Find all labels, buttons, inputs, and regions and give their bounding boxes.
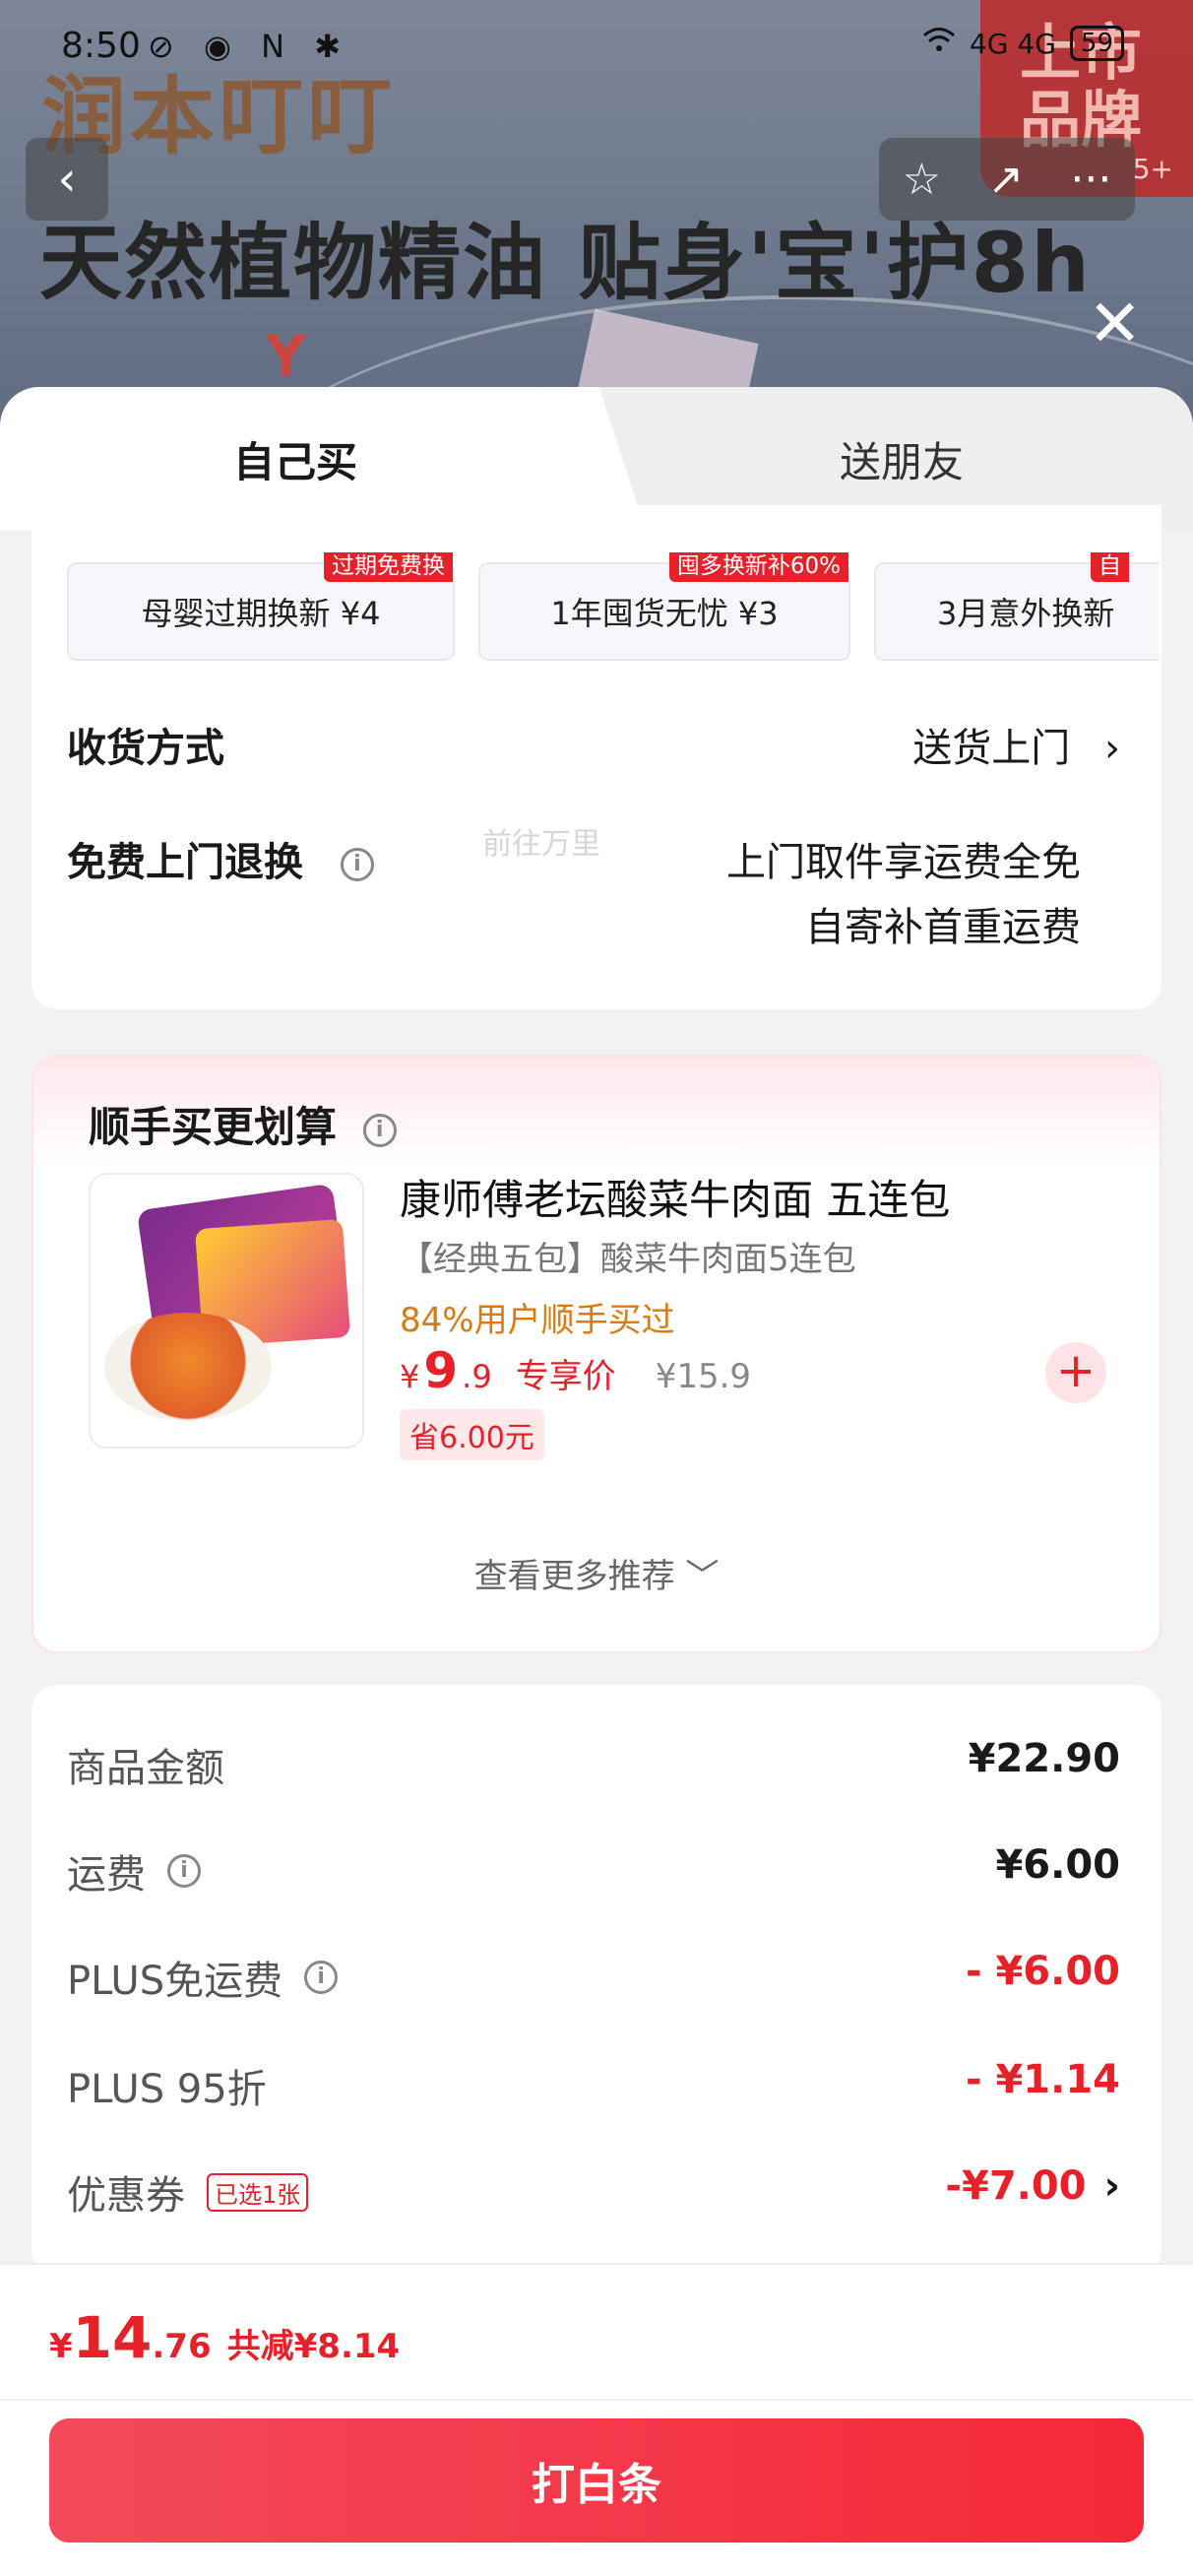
plus-discount-row: PLUS 95折 - ¥1.14 bbox=[67, 2057, 1120, 2116]
divider bbox=[0, 2399, 1193, 2401]
status-bar: 8:50 ⊘ ◉ N ✱ 4G 4G 59 bbox=[0, 0, 1193, 95]
total-currency: ¥ bbox=[49, 2327, 73, 2366]
coupon-label: 优惠券 bbox=[67, 2173, 185, 2219]
free-return-line2: 自寄补首重运费 bbox=[805, 905, 1081, 950]
service-card: 母婴过期换新 ¥4 过期免费换 1年囤货无忧 ¥3 囤多换新补60% 3月意外换… bbox=[31, 505, 1162, 1009]
plus-free-shipping-label-group: PLUS免运费 i bbox=[67, 1949, 339, 2006]
service-chip-tag: 过期免费换 bbox=[324, 552, 453, 582]
product-title[interactable]: 康师傅老坛酸菜牛肉面 五连包 bbox=[400, 1167, 950, 1227]
plus-discount-value: - ¥1.14 bbox=[965, 2057, 1120, 2102]
checkout-sheet: 送朋友 自己买 母婴过期换新 ¥4 过期免费换 1年囤货无忧 ¥3 囤多换新补6… bbox=[0, 387, 1193, 2576]
shipping-value: ¥6.00 bbox=[995, 1842, 1120, 1888]
service-chip-stockup[interactable]: 1年囤货无忧 ¥3 囤多换新补60% bbox=[478, 552, 850, 661]
product-price: ¥ 9 .9 专享价 ¥15.9 bbox=[400, 1342, 751, 1399]
service-chip-accident[interactable]: 3月意外换新 自 bbox=[874, 552, 1160, 661]
service-chip-expire-renew[interactable]: 母婴过期换新 ¥4 过期免费换 bbox=[67, 552, 455, 661]
more-recommendations-link[interactable]: 查看更多推荐 ﹀ bbox=[33, 1549, 1160, 1597]
goods-amount-row: 商品金额 ¥22.90 bbox=[67, 1736, 1120, 1795]
back-arrow-icon: ‹ bbox=[57, 152, 77, 207]
close-icon[interactable]: ✕ bbox=[1088, 291, 1142, 356]
watermark-text: 前往万里 bbox=[482, 827, 600, 862]
share-icon[interactable]: ↗ bbox=[987, 155, 1024, 205]
price-details-card: 商品金额 ¥22.90 运费 i ¥6.00 PLUS免运费 i - ¥6.00… bbox=[31, 1685, 1162, 2276]
price-currency: ¥ bbox=[400, 1358, 420, 1395]
plus-free-shipping-value: - ¥6.00 bbox=[965, 1949, 1120, 1994]
info-icon[interactable]: i bbox=[362, 1113, 397, 1147]
info-icon[interactable]: i bbox=[340, 848, 374, 881]
coupon-row[interactable]: 优惠券 已选1张 -¥7.00 › bbox=[67, 2163, 1120, 2222]
coupon-selected-badge: 已选1张 bbox=[207, 2172, 309, 2212]
free-return-value: 上门取件享运费全免 自寄补首重运费 bbox=[726, 830, 1081, 960]
free-return-label-row: 免费上门退换 i bbox=[67, 830, 374, 887]
total-reduced: 共减¥8.14 bbox=[226, 2327, 401, 2366]
shipping-label-group: 运费 i bbox=[67, 1842, 201, 1900]
addon-heading: 顺手买更划算 bbox=[89, 1103, 338, 1151]
delivery-method-value: 送货上门 bbox=[912, 726, 1071, 771]
shipping-label: 运费 bbox=[67, 1852, 146, 1898]
action-group: ☆ ↗ ··· bbox=[879, 138, 1135, 221]
price-decimal: .9 bbox=[462, 1358, 492, 1395]
service-chip-label: 3月意外换新 bbox=[937, 595, 1115, 632]
goods-amount-value: ¥22.90 bbox=[968, 1736, 1120, 1781]
service-chips: 母婴过期换新 ¥4 过期免费换 1年囤货无忧 ¥3 囤多换新补60% 3月意外换… bbox=[67, 552, 1160, 661]
addon-heading-row: 顺手买更划算 i bbox=[89, 1094, 397, 1154]
product-spec: 【经典五包】酸菜牛肉面5连包 bbox=[400, 1240, 856, 1279]
total-price: ¥ 14 .76 共减¥8.14 bbox=[49, 2304, 400, 2371]
wifi-icon bbox=[922, 27, 956, 61]
info-icon[interactable]: i bbox=[304, 1961, 339, 1994]
price-integer: 9 bbox=[423, 1342, 459, 1399]
goods-amount-label: 商品金额 bbox=[67, 1746, 224, 1791]
service-chip-tag: 囤多换新补60% bbox=[668, 552, 848, 582]
pay-with-baitiao-button[interactable]: 打白条 bbox=[49, 2418, 1144, 2543]
total-decimal: .76 bbox=[152, 2327, 212, 2366]
free-return-line1: 上门取件享运费全免 bbox=[726, 840, 1081, 885]
coupon-label-group: 优惠券 已选1张 bbox=[67, 2163, 309, 2221]
chevron-right-icon: › bbox=[1103, 2163, 1120, 2209]
original-price: ¥15.9 bbox=[655, 1357, 752, 1396]
battery-icon: 59 bbox=[1069, 26, 1124, 61]
delivery-method-selector[interactable]: 送货上门 › bbox=[912, 716, 1120, 773]
banner-mark: Y bbox=[266, 325, 306, 389]
status-icons: ⊘ ◉ N ✱ bbox=[148, 28, 350, 65]
exclusive-price-label: 专享价 bbox=[515, 1357, 616, 1396]
shipping-row: 运费 i ¥6.00 bbox=[67, 1842, 1120, 1901]
plus-free-shipping-label: PLUS免运费 bbox=[67, 1959, 283, 2004]
chevron-right-icon: › bbox=[1104, 726, 1120, 771]
status-right: 4G 4G 59 bbox=[922, 26, 1124, 61]
product-image[interactable] bbox=[89, 1173, 364, 1449]
delivery-method-label: 收货方式 bbox=[67, 726, 224, 771]
noodle-bowl-graphic bbox=[104, 1313, 272, 1421]
plus-free-shipping-row: PLUS免运费 i - ¥6.00 bbox=[67, 1949, 1120, 2008]
more-icon[interactable]: ··· bbox=[1070, 155, 1111, 205]
addon-card: 顺手买更划算 i 康师傅老坛酸菜牛肉面 五连包 【经典五包】酸菜牛肉面5连包 8… bbox=[31, 1055, 1162, 1653]
free-return-label: 免费上门退换 bbox=[67, 840, 303, 885]
tab-buy-self-label: 自己买 bbox=[232, 437, 357, 486]
info-icon[interactable]: i bbox=[167, 1854, 201, 1888]
product-bought-rate: 84%用户顺手买过 bbox=[400, 1301, 675, 1340]
signal-icon: 4G 4G bbox=[969, 27, 1056, 60]
coupon-value: -¥7.00 bbox=[945, 2163, 1087, 2209]
listing-badge-count: 5+ bbox=[1132, 153, 1173, 185]
service-chip-label: 1年囤货无忧 ¥3 bbox=[550, 595, 779, 632]
service-chip-tag: 自 bbox=[1091, 552, 1129, 582]
favorite-star-icon[interactable]: ☆ bbox=[903, 155, 941, 205]
back-button[interactable]: ‹ bbox=[26, 138, 108, 221]
add-to-order-button[interactable]: + bbox=[1045, 1342, 1106, 1403]
coupon-value-group: -¥7.00 › bbox=[945, 2163, 1120, 2209]
status-time: 8:50 bbox=[61, 26, 141, 66]
plus-discount-label: PLUS 95折 bbox=[67, 2067, 267, 2112]
save-badge: 省6.00元 bbox=[400, 1409, 544, 1460]
service-chip-label: 母婴过期换新 ¥4 bbox=[141, 595, 381, 632]
checkout-bottom-bar: ¥ 14 .76 共减¥8.14 打白条 bbox=[0, 2263, 1193, 2576]
total-integer: 14 bbox=[72, 2304, 153, 2371]
